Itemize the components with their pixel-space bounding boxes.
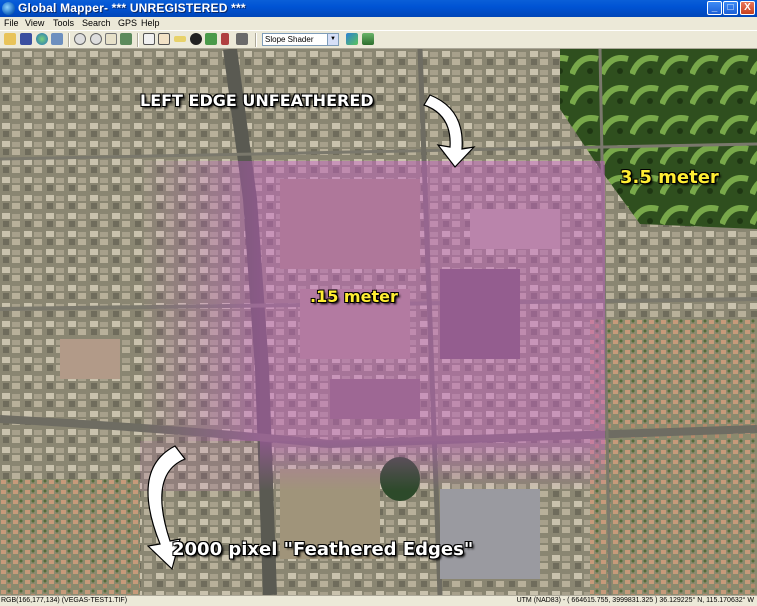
globe-app-icon (2, 2, 15, 15)
aerial-imagery (0, 49, 757, 595)
open-folder-icon[interactable] (4, 33, 16, 45)
globe-icon[interactable] (36, 33, 48, 45)
annotation-left-edge: LEFT EDGE UNFEATHERED (140, 91, 374, 110)
config-icon[interactable] (51, 33, 63, 45)
annotation-fine-resolution: .15 meter (310, 287, 398, 306)
toolbar-separator (137, 33, 139, 47)
measure-icon[interactable] (120, 33, 132, 45)
3d-view-icon[interactable] (362, 33, 374, 45)
status-pixel-value: RGB(166,177,134) (VEGAS-TEST1.TIF) (1, 597, 128, 604)
zoom-out-icon[interactable] (90, 33, 102, 45)
menu-help[interactable]: Help (141, 18, 160, 28)
menu-bar: File View Tools Search GPS Help (0, 17, 757, 30)
shader-select[interactable]: Slope Shader ▼ (262, 33, 339, 46)
menu-file[interactable]: File (4, 18, 19, 28)
image-icon[interactable] (205, 33, 217, 45)
shader-palette-icon[interactable] (346, 33, 358, 45)
chevron-down-icon[interactable]: ▼ (327, 34, 338, 45)
toolbar: Slope Shader ▼ (0, 30, 757, 49)
shader-select-value: Slope Shader (265, 35, 314, 44)
ruler-icon[interactable] (174, 36, 186, 42)
toolbar-separator (255, 33, 257, 47)
maximize-button[interactable]: □ (723, 1, 738, 15)
info-icon[interactable] (190, 33, 202, 45)
status-bar: RGB(166,177,134) (VEGAS-TEST1.TIF) UTM (… (0, 595, 757, 606)
status-coordinates: UTM (NAD83) - ( 664615.755, 3999831.325 … (516, 597, 754, 604)
save-icon[interactable] (20, 33, 32, 45)
map-view[interactable]: LEFT EDGE UNFEATHERED 3.5 meter .15 mete… (0, 49, 757, 595)
menu-gps[interactable]: GPS (118, 18, 137, 28)
digitizer-icon[interactable] (221, 33, 229, 45)
pan-hand-icon[interactable] (158, 33, 170, 45)
select-icon[interactable] (143, 33, 155, 45)
menu-view[interactable]: View (25, 18, 44, 28)
minimize-button[interactable]: _ (707, 1, 722, 15)
menu-tools[interactable]: Tools (53, 18, 74, 28)
zoom-in-icon[interactable] (74, 33, 86, 45)
path-profile-icon[interactable] (236, 33, 248, 45)
close-button[interactable]: X (740, 1, 755, 15)
annotation-coarse-resolution: 3.5 meter (620, 167, 719, 188)
title-bar: Global Mapper- *** UNREGISTERED *** _ □ … (0, 0, 757, 17)
window-title: Global Mapper- *** UNREGISTERED *** (18, 1, 246, 15)
toolbar-separator (68, 33, 70, 47)
menu-search[interactable]: Search (82, 18, 111, 28)
annotation-feathered-edges: 2000 pixel "Feathered Edges" (172, 539, 474, 560)
home-icon[interactable] (105, 33, 117, 45)
